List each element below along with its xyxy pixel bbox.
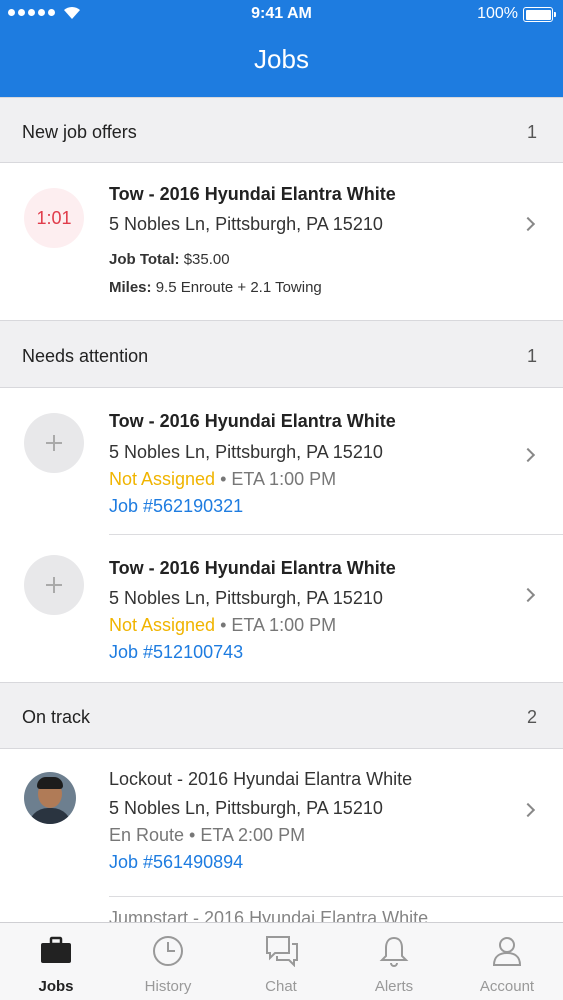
offer-timer: 1:01 [24, 188, 84, 248]
assign-plus-icon[interactable] [24, 413, 84, 473]
job-total-value: $35.00 [183, 251, 230, 268]
tab-chat[interactable]: Chat [225, 923, 337, 1000]
tab-account[interactable]: Account [451, 923, 563, 1000]
job-eta: • ETA 1:00 PM [215, 615, 337, 635]
tab-bar: Jobs History Chat Alerts Account [0, 922, 563, 1000]
job-number-link[interactable]: Job #561490894 [109, 852, 243, 873]
job-offer-row[interactable]: 1:01 Tow - 2016 Hyundai Elantra White 5 … [0, 163, 563, 320]
job-miles: Miles: 9.5 Enroute + 2.1 Towing [109, 279, 322, 296]
job-status: Not Assigned • ETA 1:00 PM [109, 469, 336, 490]
battery-percent: 100% [477, 5, 518, 22]
job-row[interactable]: Tow - 2016 Hyundai Elantra White 5 Noble… [0, 535, 563, 682]
section-count: 2 [526, 707, 537, 727]
page-title: Jobs [254, 44, 309, 74]
assign-plus-icon[interactable] [24, 555, 84, 615]
tab-label: Jobs [38, 978, 74, 995]
section-label: Needs attention [22, 346, 149, 366]
row-divider [109, 896, 563, 897]
status-not-assigned: Not Assigned [109, 615, 216, 635]
tab-label: Chat [265, 978, 297, 995]
job-title: Tow - 2016 Hyundai Elantra White [109, 558, 396, 578]
job-address: 5 Nobles Ln, Pittsburgh, PA 15210 [109, 214, 383, 234]
chevron-right-icon [520, 587, 536, 603]
job-address: 5 Nobles Ln, Pittsburgh, PA 15210 [109, 588, 383, 608]
section-count: 1 [526, 346, 537, 366]
job-row[interactable]: Lockout - 2016 Hyundai Elantra White 5 N… [0, 749, 563, 896]
tab-label: Alerts [374, 978, 414, 995]
job-status: Not Assigned • ETA 1:00 PM [109, 615, 336, 636]
job-total-label: Job Total: [109, 251, 180, 268]
driver-avatar [24, 772, 76, 824]
status-not-assigned: Not Assigned [109, 469, 216, 489]
briefcase-icon [41, 936, 71, 963]
job-number-link[interactable]: Job #562190321 [109, 496, 243, 517]
chevron-right-icon [520, 216, 536, 232]
section-label: On track [22, 707, 91, 727]
job-address: 5 Nobles Ln, Pittsburgh, PA 15210 [109, 798, 383, 818]
job-title: Tow - 2016 Hyundai Elantra White [109, 411, 396, 431]
section-new-job-offers: New job offers 1 [0, 97, 563, 163]
tab-history[interactable]: History [112, 923, 224, 1000]
job-total: Job Total: $35.00 [109, 251, 230, 268]
clock-icon [153, 936, 183, 966]
app-header: 9:41 AM 100% Jobs [0, 0, 563, 97]
person-icon [492, 937, 522, 966]
job-miles-label: Miles: [109, 279, 152, 296]
status-bar: 9:41 AM 100% [0, 0, 563, 30]
tab-label: Account [479, 978, 535, 995]
chat-icon [266, 936, 298, 967]
tab-jobs[interactable]: Jobs [0, 923, 112, 1000]
job-status: En Route • ETA 2:00 PM [109, 825, 306, 845]
tab-label: History [144, 978, 192, 995]
chevron-right-icon [520, 447, 536, 463]
battery-icon [523, 7, 556, 22]
section-needs-attention: Needs attention 1 [0, 320, 563, 388]
job-number-link[interactable]: Job #512100743 [109, 642, 243, 663]
bell-icon [379, 936, 409, 967]
job-miles-value: 9.5 Enroute + 2.1 Towing [155, 279, 322, 296]
section-count: 1 [526, 122, 537, 142]
job-row[interactable]: Tow - 2016 Hyundai Elantra White 5 Noble… [0, 388, 563, 534]
job-eta: • ETA 1:00 PM [215, 469, 337, 489]
job-title: Tow - 2016 Hyundai Elantra White [109, 184, 396, 204]
chevron-right-icon [520, 802, 536, 818]
section-on-track: On track 2 [0, 682, 563, 749]
job-address: 5 Nobles Ln, Pittsburgh, PA 15210 [109, 442, 383, 462]
tab-alerts[interactable]: Alerts [338, 923, 450, 1000]
section-label: New job offers [22, 122, 137, 142]
job-title: Lockout - 2016 Hyundai Elantra White [109, 769, 413, 789]
